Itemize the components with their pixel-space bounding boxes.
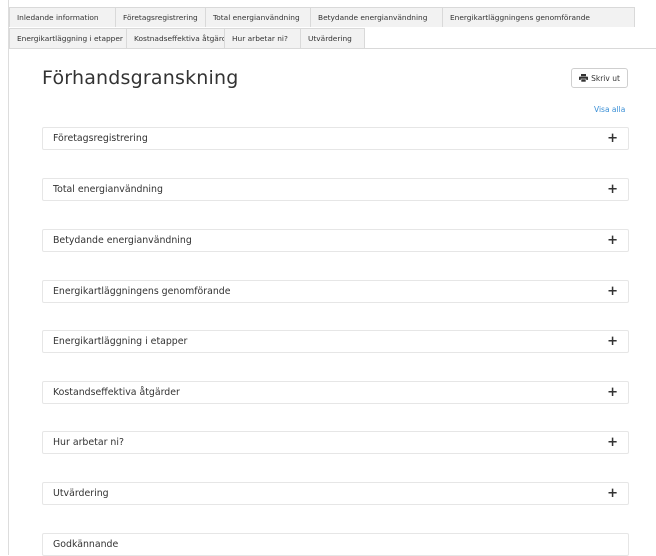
tab-foretagsregistrering[interactable]: Företagsregistrering <box>115 7 206 27</box>
tab-utvardering[interactable]: Utvärdering <box>300 28 365 48</box>
expand-icon[interactable]: + <box>607 183 618 196</box>
section-label: Kostandseffektiva åtgärder <box>53 387 180 398</box>
tab-kostnadseffektiva-atgarder[interactable]: Kostnadseffektiva åtgärder <box>126 28 234 48</box>
expand-icon[interactable]: + <box>607 234 618 247</box>
expand-icon[interactable]: + <box>607 436 618 449</box>
show-all-link[interactable]: Visa alla <box>594 105 625 114</box>
expand-icon[interactable]: + <box>607 132 618 145</box>
tab-energikartlaggningens-genomforande[interactable]: Energikartläggningens genomförande <box>442 7 635 27</box>
section-label: Total energianvändning <box>53 184 163 195</box>
section-betydande-energianvandning[interactable]: Betydande energianvändning + <box>42 229 629 252</box>
section-foretagsregistrering[interactable]: Företagsregistrering + <box>42 127 629 150</box>
section-total-energianvandning[interactable]: Total energianvändning + <box>42 178 629 201</box>
section-utvardering[interactable]: Utvärdering + <box>42 482 629 505</box>
tab-bar-row-1: Inledande information Företagsregistreri… <box>9 7 635 27</box>
section-hur-arbetar-ni[interactable]: Hur arbetar ni? + <box>42 431 629 454</box>
section-label: Godkännande <box>53 539 119 550</box>
section-label: Hur arbetar ni? <box>53 437 124 448</box>
expand-icon[interactable]: + <box>607 487 618 500</box>
print-button[interactable]: Skriv ut <box>571 68 628 88</box>
tab-betydande-energianvandning[interactable]: Betydande energianvändning <box>310 7 443 27</box>
section-energikartlaggningens-genomforande[interactable]: Energikartläggningens genomförande + <box>42 280 629 303</box>
tab-strip-divider <box>9 48 656 49</box>
tab-inledande-information[interactable]: Inledande information <box>9 7 116 27</box>
section-label: Företagsregistrering <box>53 133 148 144</box>
printer-icon <box>579 74 589 82</box>
expand-icon[interactable]: + <box>607 335 618 348</box>
section-kostnadseffektiva-atgarder[interactable]: Kostandseffektiva åtgärder + <box>42 381 629 404</box>
section-label: Betydande energianvändning <box>53 235 192 246</box>
tab-bar-row-2: Energikartläggning i etapper Kostnadseff… <box>9 28 365 48</box>
section-energikartlaggning-i-etapper[interactable]: Energikartläggning i etapper + <box>42 330 629 353</box>
section-label: Energikartläggningens genomförande <box>53 286 231 297</box>
section-godkannande[interactable]: Godkännande <box>42 533 629 556</box>
expand-icon[interactable]: + <box>607 386 618 399</box>
section-label: Energikartläggning i etapper <box>53 336 188 347</box>
tab-total-energianvandning[interactable]: Total energianvändning <box>205 7 311 27</box>
tab-energikartlaggning-i-etapper[interactable]: Energikartläggning i etapper <box>9 28 127 48</box>
tab-hur-arbetar-ni[interactable]: Hur arbetar ni? <box>224 28 301 48</box>
page-title: Förhandsgranskning <box>42 67 239 89</box>
section-label: Utvärdering <box>53 488 109 499</box>
expand-icon[interactable]: + <box>607 285 618 298</box>
print-button-label: Skriv ut <box>591 73 620 83</box>
